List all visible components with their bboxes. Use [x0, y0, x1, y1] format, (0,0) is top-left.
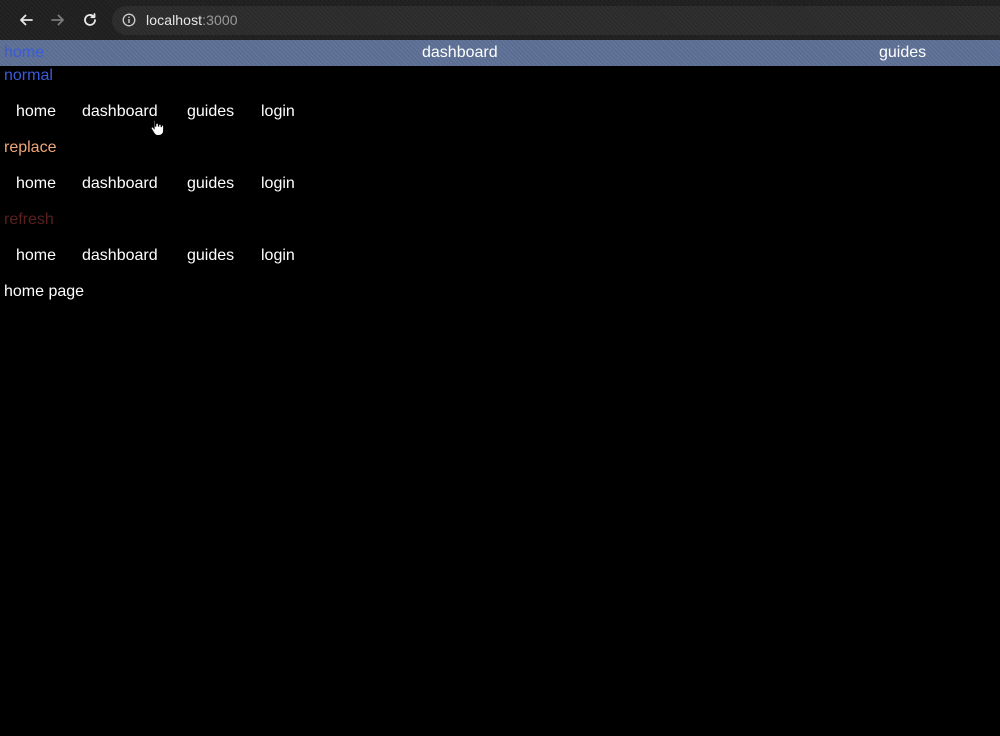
info-icon[interactable]: [122, 13, 136, 27]
arrow-right-icon: [51, 14, 64, 26]
browser-toolbar: localhost:3000: [0, 0, 1000, 40]
link-login[interactable]: login: [261, 247, 295, 265]
link-dashboard[interactable]: dashboard: [82, 175, 158, 193]
link-dashboard[interactable]: dashboard: [82, 247, 158, 265]
link-home[interactable]: home: [16, 247, 56, 265]
link-guides[interactable]: guides: [187, 247, 234, 265]
section-label-replace: replace: [4, 139, 57, 156]
top-nav-dashboard-link[interactable]: dashboard: [422, 44, 498, 62]
link-guides[interactable]: guides: [187, 175, 234, 193]
link-login[interactable]: login: [261, 175, 295, 193]
address-bar[interactable]: localhost:3000: [112, 6, 1000, 35]
link-dashboard[interactable]: dashboard: [82, 103, 158, 121]
top-nav-bar: home dashboard guides: [0, 40, 1000, 66]
top-nav-guides-link[interactable]: guides: [879, 44, 926, 62]
section-label-normal: normal: [4, 67, 53, 84]
arrow-left-icon: [20, 14, 33, 26]
back-button[interactable]: [16, 10, 36, 30]
reload-button[interactable]: [80, 10, 100, 30]
link-login[interactable]: login: [261, 103, 295, 121]
page-content: home page: [4, 283, 85, 300]
link-guides[interactable]: guides: [187, 103, 234, 121]
section-label-refresh: refresh: [4, 211, 54, 228]
hand-pointer-icon: [150, 119, 164, 136]
link-home[interactable]: home: [16, 103, 56, 121]
url-host: localhost: [146, 12, 203, 28]
url-port: :3000: [202, 12, 238, 28]
reload-icon: [84, 13, 96, 26]
forward-button[interactable]: [48, 10, 68, 30]
top-nav-home-link[interactable]: home: [4, 44, 44, 62]
url-text: localhost:3000: [146, 12, 238, 28]
link-home[interactable]: home: [16, 175, 56, 193]
